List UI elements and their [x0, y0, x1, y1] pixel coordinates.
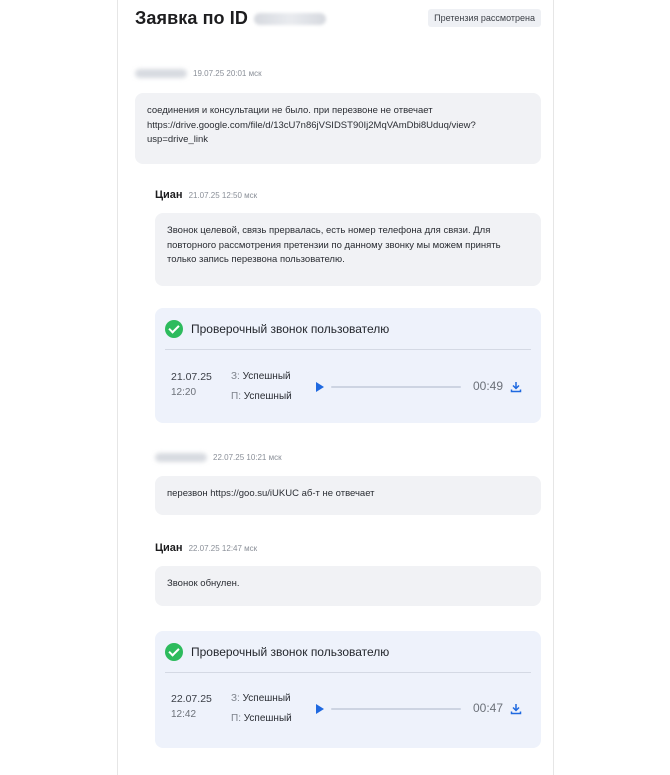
message-meta: Циан 21.07.25 12:50 мск — [155, 189, 257, 201]
call-duration: 00:47 — [473, 701, 504, 715]
download-icon[interactable] — [510, 381, 522, 393]
divider — [165, 672, 531, 673]
divider — [165, 349, 531, 350]
download-icon[interactable] — [510, 703, 522, 715]
message-bubble: соединения и консультации не было. при п… — [135, 93, 541, 164]
play-icon[interactable] — [316, 704, 324, 714]
status-badge: Претензия рассмотрена — [428, 9, 541, 27]
status-p-value: Успешный — [243, 713, 292, 724]
status-z-value: Успешный — [242, 371, 291, 382]
status-p-key: П: — [231, 391, 241, 402]
message-bubble: Звонок целевой, связь прервалась, есть н… — [155, 213, 541, 286]
status-z: З: Успешный — [231, 693, 291, 704]
status-z-key: З: — [231, 693, 240, 704]
message-time: 19.07.25 20:01 мск — [193, 69, 262, 78]
audio-progress-track[interactable] — [331, 386, 461, 388]
message-bubble: перезвон https://goo.su/iUKUC аб-т не от… — [155, 476, 541, 515]
message-time: 22.07.25 10:21 мск — [213, 453, 282, 462]
claim-page: Заявка по ID Претензия рассмотрена 19.07… — [0, 0, 670, 775]
status-z-key: З: — [231, 371, 240, 382]
redacted-author — [155, 453, 207, 462]
call-card: Проверочный звонок пользователю 21.07.25… — [155, 308, 541, 423]
call-card-title: Проверочный звонок пользователю — [191, 645, 390, 659]
redacted-author — [135, 69, 187, 78]
header: Заявка по ID Претензия рассмотрена — [135, 8, 541, 32]
play-icon[interactable] — [316, 382, 324, 392]
call-date: 21.07.25 — [171, 371, 212, 383]
call-time: 12:20 — [171, 387, 197, 398]
message-meta: Циан 22.07.25 12:47 мск — [155, 542, 257, 554]
audio-progress-track[interactable] — [331, 708, 461, 710]
status-z-value: Успешный — [242, 693, 291, 704]
call-date: 22.07.25 — [171, 693, 212, 705]
message-bubble: Звонок обнулен. — [155, 566, 541, 606]
status-p: П: Успешный — [231, 713, 292, 724]
check-circle-icon — [165, 643, 183, 661]
call-card-title: Проверочный звонок пользователю — [191, 322, 390, 336]
message-time: 22.07.25 12:47 мск — [188, 543, 258, 553]
page-title-text: Заявка по ID — [135, 8, 248, 28]
status-p-key: П: — [231, 713, 241, 724]
check-circle-icon — [165, 320, 183, 338]
call-card-header: Проверочный звонок пользователю — [165, 643, 389, 661]
call-duration: 00:49 — [473, 379, 504, 393]
message-author: Циан — [155, 542, 183, 554]
message-author: Циан — [155, 189, 183, 201]
status-z: З: Успешный — [231, 371, 291, 382]
redacted-id — [253, 12, 326, 25]
status-p-value: Успешный — [243, 391, 292, 402]
message-time: 21.07.25 12:50 мск — [188, 190, 258, 200]
message-meta: 22.07.25 10:21 мск — [155, 453, 282, 462]
message-meta: 19.07.25 20:01 мск — [135, 69, 262, 78]
call-card: Проверочный звонок пользователю 22.07.25… — [155, 631, 541, 748]
call-time: 12:42 — [171, 709, 197, 720]
call-card-header: Проверочный звонок пользователю — [165, 320, 389, 338]
page-title: Заявка по ID — [135, 8, 326, 29]
status-p: П: Успешный — [231, 391, 292, 402]
